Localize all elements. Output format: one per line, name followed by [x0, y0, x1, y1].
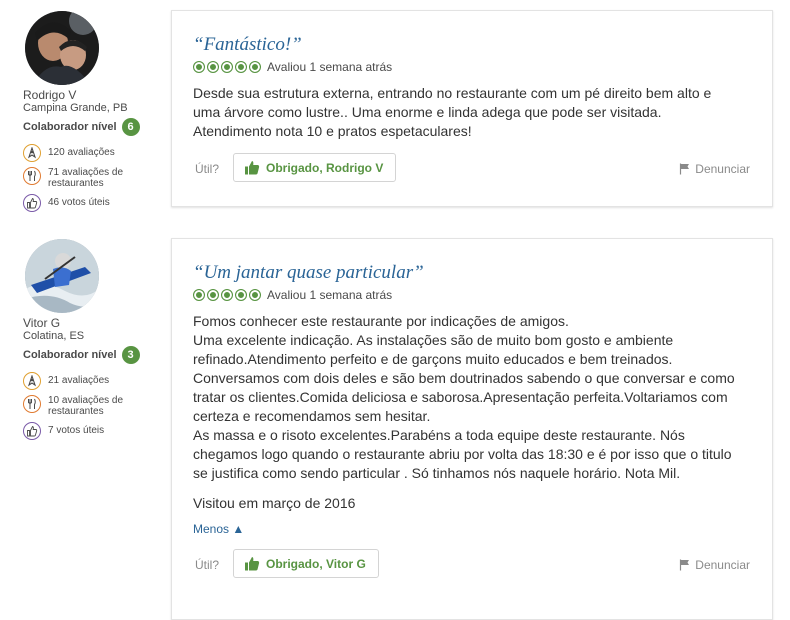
reviewer-badge-icon [23, 372, 41, 390]
report-link[interactable]: Denunciar [679, 162, 750, 176]
review-line: se justifica como sendo particular . Só … [193, 465, 681, 481]
rating-bubble-icon [249, 289, 261, 301]
review-body: Desde sua estrutura externa, entrando no… [193, 84, 753, 141]
rating-bubble-icon [235, 289, 247, 301]
stat-helpful-votes[interactable]: 46 votos úteis [23, 194, 110, 212]
stat-restaurant-reviews-line1: 10 avaliações de [48, 395, 124, 406]
flag-icon [680, 559, 690, 571]
report-label: Denunciar [695, 558, 750, 572]
stat-helpful-votes-text: 46 votos úteis [48, 197, 110, 208]
stat-restaurant-reviews[interactable]: 71 avaliações de restaurantes [23, 167, 123, 189]
visit-date: Visitou em março de 2016 [193, 495, 356, 511]
rating-bubble-icon [193, 289, 205, 301]
review-line: Fomos conhecer este restaurante por indi… [193, 313, 569, 329]
contributor-level: Colaborador nível 3 [23, 346, 140, 364]
stat-reviews-text: 120 avaliações [48, 147, 115, 158]
stat-restaurant-reviews-text: 71 avaliações de restaurantes [48, 167, 123, 189]
rating-date: Avaliou 1 semana atrás [267, 288, 393, 302]
review-line: Conversamos com dois deles e são bem dou… [193, 370, 735, 386]
review-line: As massa e o risoto excelentes.Parabéns … [193, 427, 685, 443]
fork-knife-icon [23, 167, 41, 185]
stat-restaurant-reviews-line2: restaurantes [48, 406, 104, 417]
rating-bubble-icon [207, 289, 219, 301]
review-line: Atendimento nota 10 e pratos espetacular… [193, 123, 472, 139]
helpful-label: Útil? [195, 162, 220, 176]
thumbs-up-icon [245, 161, 260, 175]
flag-icon [680, 163, 690, 175]
thumbs-up-icon [23, 422, 41, 440]
rating-bubble-icon [249, 61, 261, 73]
reviewer-badge-icon [23, 144, 41, 162]
username[interactable]: Rodrigo V [23, 88, 76, 102]
thumbs-up-icon [23, 194, 41, 212]
stat-helpful-votes[interactable]: 7 votos úteis [23, 422, 104, 440]
stat-restaurant-reviews-text: 10 avaliações de restaurantes [48, 395, 123, 417]
show-less-link[interactable]: Menos ▲ [193, 522, 244, 536]
rating-bubble-icon [221, 289, 233, 301]
review-line: certeza e recomendamos sem hesitar. [193, 408, 431, 424]
review-line: refinado.Atendimento perfeito e de garço… [193, 351, 673, 367]
report-link[interactable]: Denunciar [679, 558, 750, 572]
stat-restaurant-reviews-line1: 71 avaliações de [48, 167, 124, 178]
rating-date: Avaliou 1 semana atrás [267, 60, 393, 74]
thumbs-up-icon [245, 557, 260, 571]
user-location: Campina Grande, PB [23, 102, 128, 114]
avatar[interactable] [25, 11, 99, 85]
rating-bubble-icon [235, 61, 247, 73]
stat-reviews-text: 21 avaliações [48, 375, 110, 386]
review-title[interactable]: “Fantástico!” [193, 34, 302, 56]
rating-row: Avaliou 1 semana atrás [193, 60, 392, 74]
rating-bubble-icon [193, 61, 205, 73]
username[interactable]: Vitor G [23, 316, 60, 330]
review-card: “Fantástico!” Avaliou 1 semana atrás Des… [171, 10, 773, 207]
thank-reviewer-label: Obrigado, Rodrigo V [266, 160, 384, 175]
level-label: Colaborador nível [23, 349, 117, 361]
review-line: Desde sua estrutura externa, entrando no… [193, 85, 712, 101]
review-body: Fomos conhecer este restaurante por indi… [193, 312, 753, 483]
thank-reviewer-button[interactable]: Obrigado, Vitor G [233, 549, 379, 578]
rating-bubble-icon [221, 61, 233, 73]
review-line: tratar os clientes.Comida deliciosa e sa… [193, 389, 728, 405]
contributor-level: Colaborador nível 6 [23, 118, 140, 136]
rating-bubbles [193, 61, 263, 73]
thank-reviewer-label: Obrigado, Vitor G [266, 556, 366, 571]
stat-reviews[interactable]: 21 avaliações [23, 372, 109, 390]
review-card: “Um jantar quase particular” Avaliou 1 s… [171, 238, 773, 620]
fork-knife-icon [23, 395, 41, 413]
review-line: uma árvore como lustre.. Uma enorme e li… [193, 104, 662, 120]
rating-bubbles [193, 289, 263, 301]
level-label: Colaborador nível [23, 121, 117, 133]
review-line: chegamos logo quando o restaurante abriu… [193, 446, 732, 462]
rating-row: Avaliou 1 semana atrás [193, 288, 392, 302]
stat-restaurant-reviews[interactable]: 10 avaliações de restaurantes [23, 395, 123, 417]
stat-reviews[interactable]: 120 avaliações [23, 144, 115, 162]
report-label: Denunciar [695, 162, 750, 176]
stat-helpful-votes-text: 7 votos úteis [48, 425, 105, 436]
review-title[interactable]: “Um jantar quase particular” [193, 262, 424, 284]
review-line: Uma excelente indicação. As instalações … [193, 332, 674, 348]
level-badge: 6 [121, 118, 140, 136]
stat-restaurant-reviews-line2: restaurantes [48, 178, 104, 189]
helpful-label: Útil? [195, 558, 220, 572]
avatar[interactable] [25, 239, 99, 313]
thank-reviewer-button[interactable]: Obrigado, Rodrigo V [233, 153, 397, 182]
user-location: Colatina, ES [23, 330, 85, 342]
rating-bubble-icon [207, 61, 219, 73]
level-badge: 3 [121, 346, 140, 364]
